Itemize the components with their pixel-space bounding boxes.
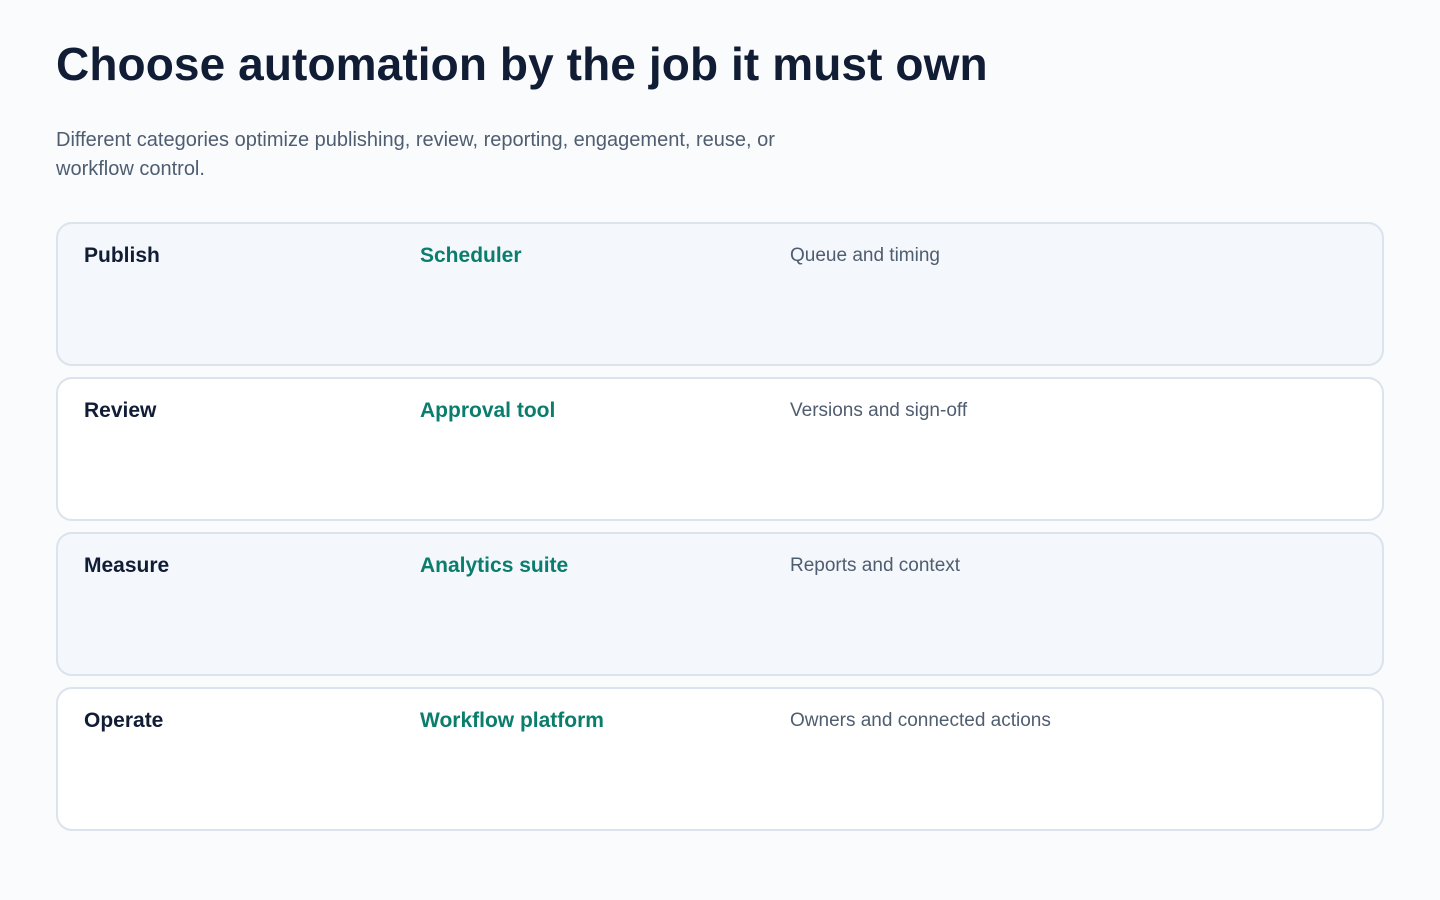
category-row-operate: Operate Workflow platform Owners and con… (56, 687, 1384, 831)
category-row-review: Review Approval tool Versions and sign-o… (56, 377, 1384, 521)
category-description: Versions and sign-off (790, 400, 968, 421)
category-tool-label: Workflow platform (420, 709, 604, 732)
page: Choose automation by the job it must own… (0, 0, 1440, 900)
category-tool-label: Analytics suite (420, 554, 569, 577)
category-row-publish: Publish Scheduler Queue and timing (56, 222, 1384, 366)
category-tool-label: Approval tool (420, 399, 556, 422)
category-job-label: Review (84, 399, 157, 422)
category-description: Reports and context (790, 555, 961, 576)
category-job-label: Measure (84, 554, 170, 577)
category-job-label: Operate (84, 709, 164, 732)
category-tool-label: Scheduler (420, 244, 522, 267)
category-row-measure: Measure Analytics suite Reports and cont… (56, 532, 1384, 676)
category-description: Owners and connected actions (790, 710, 1051, 731)
page-title: Choose automation by the job it must own (56, 38, 988, 90)
category-description: Queue and timing (790, 245, 940, 266)
category-job-label: Publish (84, 244, 160, 267)
page-subtitle: Different categories optimize publishing… (56, 129, 775, 180)
category-list: Publish Scheduler Queue and timing Revie… (56, 222, 1384, 831)
